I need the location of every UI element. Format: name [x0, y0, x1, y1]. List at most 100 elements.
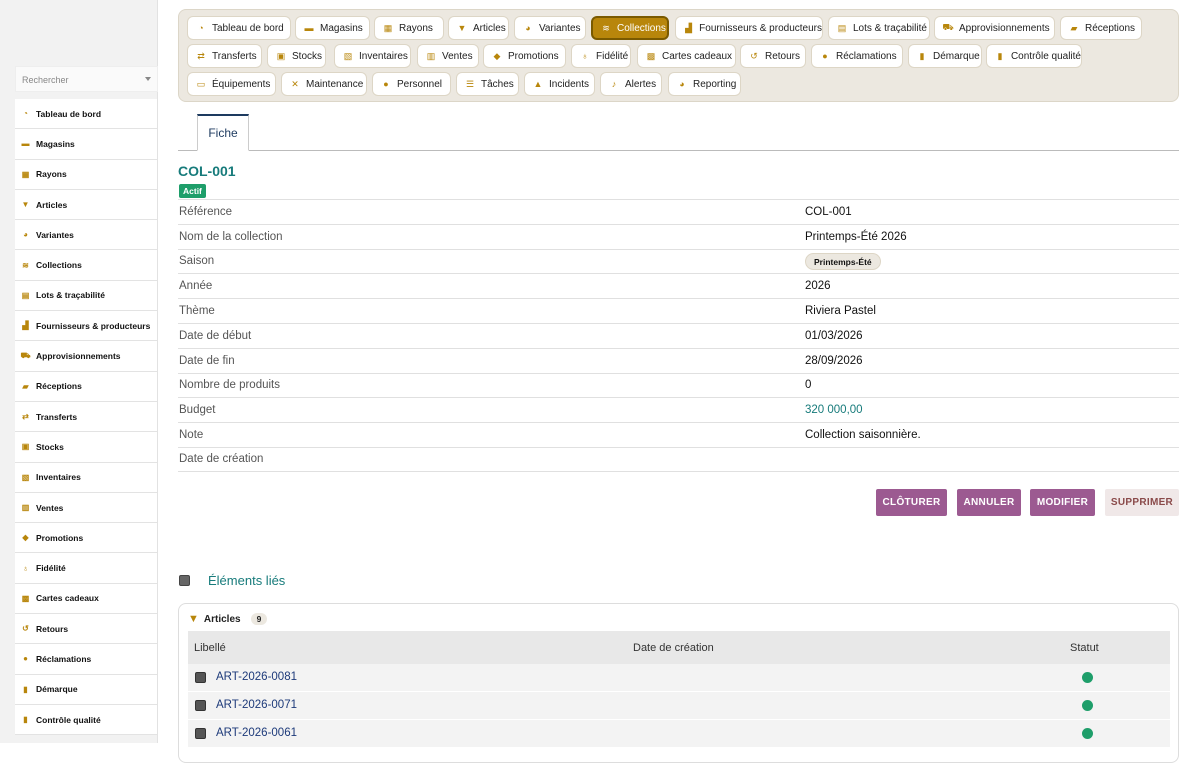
sidebar-item-12[interactable]: ▧ Inventaires [15, 462, 157, 493]
article-link[interactable]: ART-2026-0081 [216, 671, 640, 683]
sidebar-item-1[interactable]: ▬ Magasins [15, 129, 157, 160]
sidebar-item-label: Magasins [36, 138, 75, 149]
shirt-icon: ▼ [21, 200, 30, 210]
sidebar-item-5[interactable]: ≋ Collections [15, 250, 157, 281]
annuler-button[interactable]: ANNULER [957, 489, 1021, 516]
topnav-item-12[interactable]: ▧ Inventaires [334, 44, 411, 68]
sidebar-item-label: Contrôle qualité [36, 714, 101, 725]
topnav-item-label: Variantes [539, 22, 581, 34]
sidebar: Rechercher ◔ Tableau de bord ▬ Magasins ▦ Ray… [0, 0, 158, 743]
sidebar-item-0[interactable]: ◔ Tableau de bord [15, 99, 157, 130]
barcode-icon: ▤ [837, 22, 847, 33]
topnav-item-25[interactable]: ▲ Incidents [524, 72, 595, 96]
topnav-item-1[interactable]: ▬ Magasins [295, 16, 370, 40]
topnav-item-17[interactable]: ↺ Retours [740, 44, 806, 68]
topnav-item-26[interactable]: ♪ Alertes [600, 72, 662, 96]
field-row: Note Collection saisonnière. [178, 422, 1179, 447]
article-link[interactable]: ART-2026-0061 [216, 727, 640, 739]
record-fields: Référence COL-001 Nom de la collection Prin… [178, 199, 1179, 472]
shirt-icon: ▼ [457, 23, 467, 33]
topnav-item-27[interactable]: ◕ Reporting [668, 72, 741, 96]
column-header-date[interactable]: Date de création [633, 642, 1070, 654]
topnav-item-18[interactable]: ● Réclamations [811, 44, 903, 68]
sidebar-item-label: Rayons [36, 169, 67, 180]
modifier-button[interactable]: MODIFIER [1030, 489, 1095, 516]
table-row[interactable]: ART-2026-0081 [188, 664, 1170, 692]
article-link[interactable]: ART-2026-0071 [216, 699, 640, 711]
topnav-item-16[interactable]: ▩ Cartes cadeaux [637, 44, 736, 68]
search-select[interactable]: Rechercher [15, 66, 158, 92]
monitor-icon: ▭ [196, 78, 206, 89]
topnav-item-5[interactable]: ≋ Collections [591, 16, 669, 40]
sidebar-item-9[interactable]: ▰ Réceptions [15, 371, 157, 402]
topnav-item-8[interactable]: ⛟ Approvisionnements [934, 16, 1055, 40]
sidebar-item-15[interactable]: ♁ Fidélité [15, 553, 157, 584]
sidebar-item-7[interactable]: ▟ Fournisseurs & producteurs [15, 311, 157, 342]
sidebar-item-4[interactable]: ◕ Variantes [15, 220, 157, 251]
column-header-libelle[interactable]: Libellé [188, 642, 633, 654]
tools-icon: ✕ [291, 78, 299, 89]
sidebar-item-label: Articles [36, 199, 68, 210]
topnav-item-7[interactable]: ▤ Lots & traçabilité [828, 16, 930, 40]
cloturer-button[interactable]: CLÔTURER [876, 489, 947, 516]
table-header: Libellé Date de création Statut [188, 631, 1170, 664]
image-icon [195, 727, 206, 739]
sidebar-item-20[interactable]: ▮ Contrôle qualité [15, 704, 157, 736]
sidebar-item-14[interactable]: ◆ Promotions [15, 523, 157, 554]
field-value: Riviera Pastel [805, 305, 876, 318]
sidebar-item-6[interactable]: ▤ Lots & traçabilité [15, 280, 157, 312]
field-label: Thème [179, 305, 215, 318]
topnav-item-6[interactable]: ▟ Fournisseurs & producteurs [675, 16, 823, 40]
sidebar-item-2[interactable]: ▦ Rayons [15, 159, 157, 190]
topnav-item-20[interactable]: ▮ Contrôle qualité [986, 44, 1082, 68]
topnav-item-21[interactable]: ▭ Équipements [187, 72, 276, 96]
topnav-item-23[interactable]: ● Personnel [372, 72, 451, 96]
topnav-item-22[interactable]: ✕ Maintenance [281, 72, 367, 96]
topnav-item-9[interactable]: ▰ Réceptions [1060, 16, 1142, 40]
topnav-item-14[interactable]: ◆ Promotions [483, 44, 566, 68]
field-row: Thème Riviera Pastel [178, 298, 1179, 323]
field-value: 01/03/2026 [805, 329, 863, 342]
receipt-icon: ▮ [919, 50, 925, 61]
sidebar-item-3[interactable]: ▼ Articles [15, 189, 157, 221]
field-row: Référence COL-001 [178, 199, 1179, 224]
sidebar-item-10[interactable]: ⇄ Transferts [15, 401, 157, 433]
topnav-item-4[interactable]: ◕ Variantes [514, 16, 586, 40]
shirt-icon: ▼ [188, 613, 199, 625]
sidebar-item-8[interactable]: ⛟ Approvisionnements [15, 341, 157, 372]
topnav-item-label: Stocks [292, 50, 323, 62]
sidebar-item-13[interactable]: ▥ Ventes [15, 492, 157, 524]
related-toggle-icon[interactable] [179, 575, 190, 586]
sidebar-item-19[interactable]: ▮ Démarque [15, 674, 157, 705]
tab-fiche[interactable]: Fiche [197, 114, 249, 151]
topnav-item-15[interactable]: ♁ Fidélité [571, 44, 631, 68]
sidebar-item-17[interactable]: ↺ Retours [15, 614, 157, 645]
topnav-item-10[interactable]: ⇄ Transferts [187, 44, 262, 68]
column-header-statut[interactable]: Statut [1070, 642, 1099, 654]
panel-header: ▼ Articles 9 [188, 612, 268, 626]
topnav-item-24[interactable]: ☰ Tâches [456, 72, 519, 96]
topnav-item-label: Personnel [397, 78, 443, 90]
sidebar-item-label: Ventes [36, 502, 64, 513]
sidebar-item-label: Inventaires [36, 472, 81, 483]
sidebar-item-label: Réceptions [36, 381, 82, 392]
topnav-item-13[interactable]: ▥ Ventes [417, 44, 479, 68]
table-row[interactable]: ART-2026-0071 [188, 692, 1170, 720]
status-badge: Actif [179, 184, 206, 198]
table-row[interactable]: ART-2026-0061 [188, 720, 1170, 748]
topnav-item-11[interactable]: ▣ Stocks [267, 44, 326, 68]
award-icon: ♁ [22, 563, 29, 573]
gauge-icon: ◔ [23, 109, 28, 119]
supprimer-button[interactable]: SUPPRIMER [1105, 489, 1179, 516]
sidebar-item-16[interactable]: ▩ Cartes cadeaux [15, 583, 157, 615]
topnav-item-19[interactable]: ▮ Démarque [908, 44, 982, 68]
topnav-item-label: Lots & traçabilité [853, 22, 927, 34]
warehouse-icon: ▣ [276, 50, 286, 61]
sidebar-item-18[interactable]: ● Réclamations [15, 644, 157, 675]
gift-icon: ▩ [646, 50, 656, 61]
sidebar-item-11[interactable]: ▣ Stocks [15, 432, 157, 463]
factory-icon: ▟ [685, 22, 693, 33]
topnav-item-3[interactable]: ▼ Articles [448, 16, 509, 40]
topnav-item-2[interactable]: ▦ Rayons [374, 16, 444, 40]
topnav-item-0[interactable]: ◔ Tableau de bord [187, 16, 291, 40]
